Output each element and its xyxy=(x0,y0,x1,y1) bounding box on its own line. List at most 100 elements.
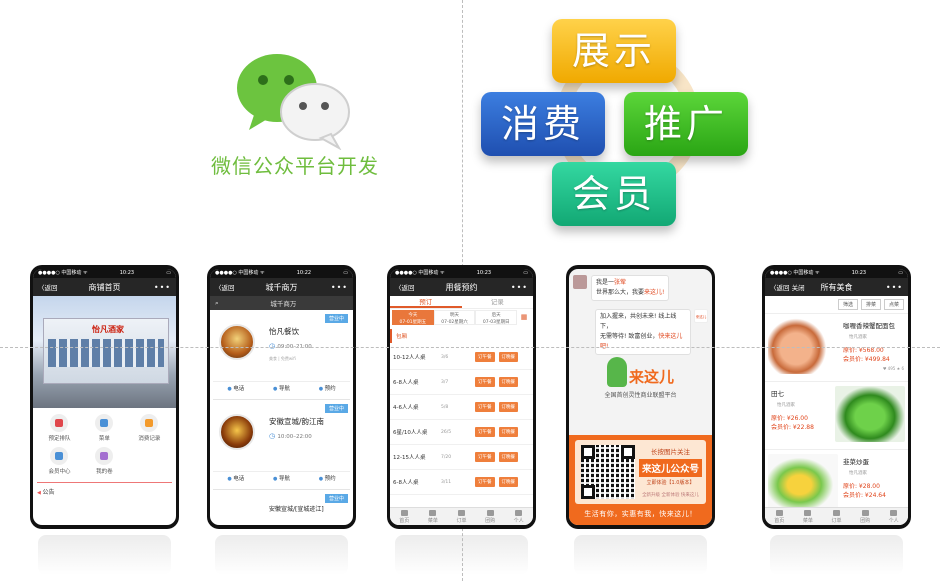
date-today[interactable]: 今天 07-01星期五 xyxy=(392,310,434,325)
tile-spend: 消费 xyxy=(481,92,605,156)
dinner-button[interactable]: 订晚餐 xyxy=(498,452,518,462)
tab-home[interactable]: 首页 xyxy=(765,508,794,525)
grid-item-member[interactable]: 会员中心 xyxy=(37,447,82,475)
tab-home[interactable]: 首页 xyxy=(390,508,419,525)
date-value: 07-03星期日 xyxy=(482,320,510,325)
dish-source: 怡凡酒家 xyxy=(849,471,867,476)
lunch-button[interactable]: 订午餐 xyxy=(475,477,495,487)
status-bar: ●●●●○ 中国移动 ᯤ 10:23 ▭ xyxy=(390,269,533,278)
dish-item[interactable]: 咖喱香辣蟹配面包 怡凡酒家 原价: ¥568.00 会员价: ¥499.84 ♥… xyxy=(765,314,908,382)
table-count: 3/7 xyxy=(441,379,449,385)
date-label: 后天 xyxy=(491,313,501,318)
order-button[interactable]: 点菜 xyxy=(883,299,904,310)
lunch-button[interactable]: 订午餐 xyxy=(475,352,495,362)
sort-button[interactable]: 排菜 xyxy=(860,299,881,310)
table-count: 5/8 xyxy=(441,404,449,410)
date-tomorrow[interactable]: 明天 07-02星期六 xyxy=(433,310,476,325)
dish-item[interactable]: 田七 怡凡酒家 原价: ¥26.00 会员价: ¥22.88 xyxy=(765,382,908,450)
lunch-button[interactable]: 订午餐 xyxy=(475,452,495,462)
member-price: 会员价: ¥22.88 xyxy=(771,424,814,431)
avatar xyxy=(573,275,587,289)
chat-bubble: 我是一张荤 世界那么大，我要来这儿! xyxy=(591,275,670,301)
lunch-button[interactable]: 订午餐 xyxy=(475,402,495,412)
tab-book[interactable]: 预订 xyxy=(390,296,462,308)
store-meta: 美食 | 免费wifi xyxy=(269,356,296,361)
filter-button[interactable]: 筛选 xyxy=(837,299,858,310)
qr-code-icon[interactable] xyxy=(581,445,635,499)
grid-label: 预定排队 xyxy=(48,436,71,442)
tab-menu[interactable]: 菜单 xyxy=(419,508,448,525)
nav-bar: 〈返回 用餐预约 ••• xyxy=(390,278,533,296)
calendar-icon[interactable]: ▦ xyxy=(517,310,531,325)
store-avatar xyxy=(219,324,255,360)
tab-orders[interactable]: 订单 xyxy=(447,508,476,525)
tab-records[interactable]: 记录 xyxy=(462,296,534,308)
dish-source: 怡凡酒家 xyxy=(849,335,867,340)
dinner-button[interactable]: 订晚餐 xyxy=(498,402,518,412)
dish-info: 咖喱香辣蟹配面包 怡凡酒家 原价: ¥568.00 会员价: ¥499.84 xyxy=(843,320,895,364)
back-close-button[interactable]: 〈返回 关闭 xyxy=(770,282,805,292)
phone-store-list: ●●●●○ 中国移动 ᯤ 10:22 ▭ 〈返回 城千商万 ••• ⌕ 城千商万… xyxy=(207,265,356,575)
store-hours: 09:00–21:00 xyxy=(269,342,311,350)
store-card-peek[interactable]: 营业中 安徽宣城/[宣城迹江] xyxy=(213,494,350,514)
notice-header[interactable]: 公告 xyxy=(37,482,172,496)
tab-bar: 首页 菜单 订单 团购 个人 xyxy=(390,507,533,525)
status-bar: ●●●●○ 中国移动 ᯤ 10:22 ▭ xyxy=(210,269,353,278)
lunch-button[interactable]: 订午餐 xyxy=(475,377,495,387)
lunch-button[interactable]: 订午餐 xyxy=(475,427,495,437)
table-count: 3/6 xyxy=(441,354,449,360)
tile-show: 展示 xyxy=(552,19,676,83)
qr-banner: 长按图片关注 来这儿公众号 立即体验【1.0版本】 全新升级 全新体验 快来这儿… xyxy=(569,435,712,525)
back-button[interactable]: 〈返回 xyxy=(395,282,415,292)
original-price: 原价: ¥28.00 xyxy=(843,483,880,490)
store-name: 安徽宣城/[宣城迹江] xyxy=(269,506,324,513)
dinner-button[interactable]: 订晚餐 xyxy=(498,377,518,387)
navigate-button[interactable]: 导航 xyxy=(259,382,305,395)
grid-item-menu[interactable]: 菜单 xyxy=(82,414,127,442)
member-price: 会员价: ¥24.64 xyxy=(843,492,886,499)
tab-profile[interactable]: 个人 xyxy=(504,508,533,525)
chat-message: 加入握来，共创未来! 线上线下， 无需等待! 致富创业，快来这儿吧! 来这儿 xyxy=(595,309,708,355)
grid-item-reserve[interactable]: 预定排队 xyxy=(37,414,82,442)
feature-grid: 预定排队 菜单 消费记录 会员中心 我的卷 xyxy=(33,408,176,480)
tab-group[interactable]: 团购 xyxy=(851,508,880,525)
tab-bar: 首页 菜单 订单 团购 个人 xyxy=(765,507,908,525)
store-actions: 电话 导航 预约 xyxy=(213,381,350,395)
tab-group[interactable]: 团购 xyxy=(476,508,505,525)
search-title: 城千商万 xyxy=(270,300,297,308)
call-button[interactable]: 电话 xyxy=(213,472,259,485)
logo-caption: 微信公众平台开发 xyxy=(211,154,379,178)
more-icon[interactable]: ••• xyxy=(511,283,528,292)
navigate-button[interactable]: 导航 xyxy=(259,472,305,485)
grid-item-records[interactable]: 消费记录 xyxy=(127,414,172,442)
slogan: 生活有你，实惠有我，快来这儿！ xyxy=(584,510,697,518)
grid-item-coupons[interactable]: 我的卷 xyxy=(82,447,127,475)
date-after[interactable]: 后天 07-03星期日 xyxy=(475,310,518,325)
qr-text: 长按图片关注 来这儿公众号 立即体验【1.0版本】 全新升级 全新体验 快来这儿 xyxy=(639,446,702,498)
dish-info: 韭菜炒蛋 怡凡酒家 原价: ¥28.00 会员价: ¥24.64 xyxy=(843,456,886,500)
back-button[interactable]: 〈返回 xyxy=(38,282,58,292)
call-button[interactable]: 电话 xyxy=(213,382,259,395)
qr-title: 来这儿公众号 xyxy=(639,459,702,477)
more-icon[interactable]: ••• xyxy=(331,283,348,292)
dinner-button[interactable]: 订晚餐 xyxy=(498,477,518,487)
dinner-button[interactable]: 订晚餐 xyxy=(498,427,518,437)
tab-menu[interactable]: 菜单 xyxy=(794,508,823,525)
battery-icon: ▭ xyxy=(898,270,903,276)
more-icon[interactable]: ••• xyxy=(886,283,903,292)
store-photo: 怡凡酒家 xyxy=(33,296,176,408)
store-card[interactable]: 营业中 怡凡餐饮 09:00–21:00 美食 | 免费wifi 电话 导航 预… xyxy=(213,314,350,400)
tab-profile[interactable]: 个人 xyxy=(879,508,908,525)
dinner-button[interactable]: 订晚餐 xyxy=(498,352,518,362)
date-label: 明天 xyxy=(450,313,459,318)
store-card[interactable]: 营业中 安徽宣城/韵江南 10:00–22:00 电话 导航 预约 xyxy=(213,404,350,490)
battery-icon: ▭ xyxy=(166,270,171,276)
table-size: 6星/10人人桌 xyxy=(393,430,428,436)
search-bar[interactable]: ⌕ 城千商万 xyxy=(210,296,353,310)
status-badge: 营业中 xyxy=(324,404,348,413)
back-button[interactable]: 〈返回 xyxy=(215,282,235,292)
reserve-button[interactable]: 预约 xyxy=(304,382,350,395)
more-icon[interactable]: ••• xyxy=(154,283,171,292)
tab-orders[interactable]: 订单 xyxy=(822,508,851,525)
reserve-button[interactable]: 预约 xyxy=(304,472,350,485)
